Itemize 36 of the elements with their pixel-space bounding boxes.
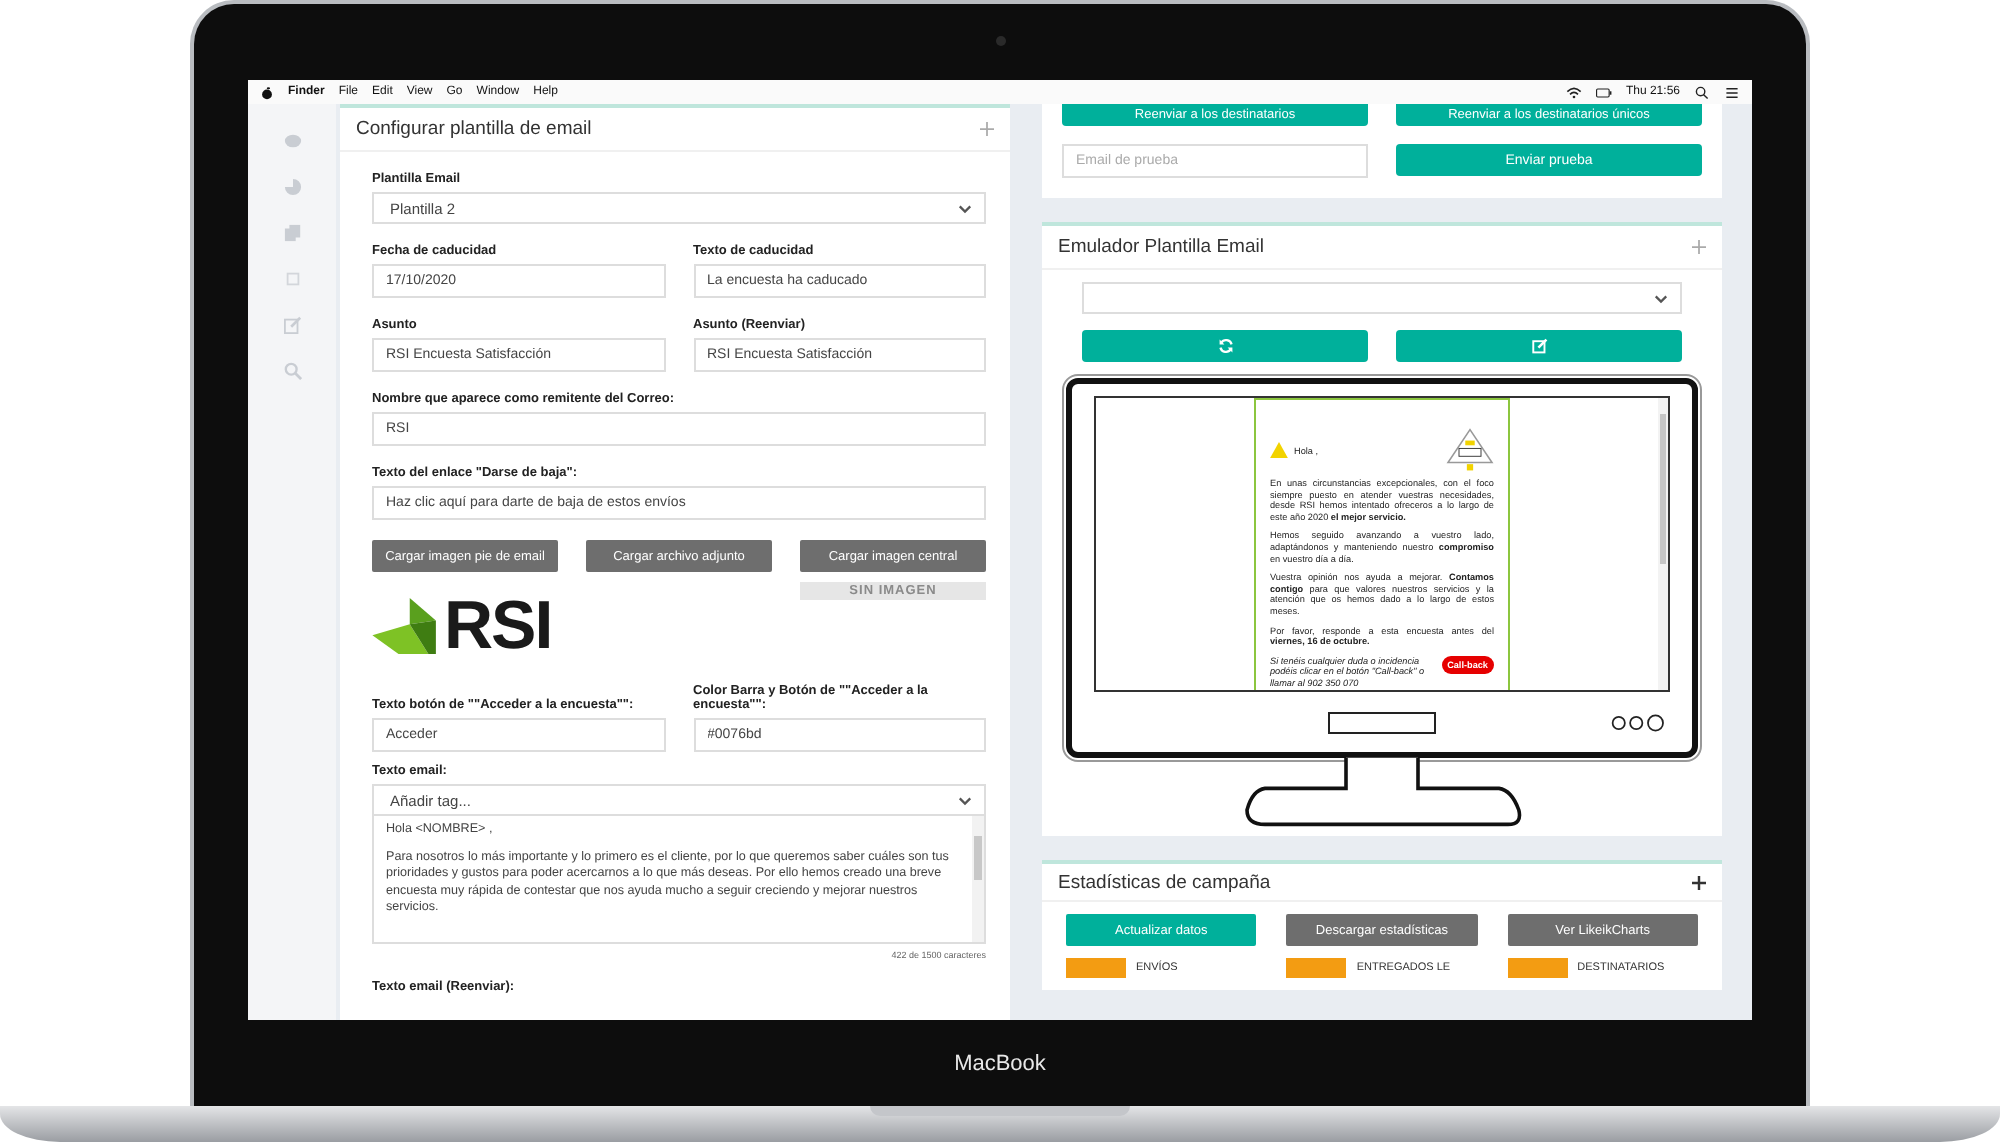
refresh-button[interactable] xyxy=(1082,330,1368,362)
chevron-icon xyxy=(958,203,972,213)
wifi-icon[interactable] xyxy=(1565,85,1582,99)
list-icon[interactable] xyxy=(1724,85,1740,99)
camera-icon xyxy=(996,36,1006,46)
logo-mark-icon xyxy=(372,598,440,654)
triangle-logo-icon xyxy=(1446,428,1494,472)
battery-icon[interactable] xyxy=(1595,85,1612,99)
chat-icon[interactable] xyxy=(283,132,301,150)
monitor-buttons-drawing xyxy=(1610,713,1666,731)
panel-title: Estadísticas de campaña xyxy=(1058,871,1271,893)
device-label: MacBook xyxy=(954,1051,1046,1075)
apple-icon[interactable] xyxy=(260,85,274,99)
logo-text: RSI xyxy=(444,592,552,660)
edit-icon xyxy=(1531,338,1547,354)
search-icon[interactable] xyxy=(1694,85,1710,99)
chevron-icon xyxy=(958,795,972,805)
edit-icon[interactable] xyxy=(283,316,301,334)
scrollbar-drawing[interactable] xyxy=(1658,398,1668,690)
pie-chart-icon[interactable] xyxy=(283,178,301,196)
chevron-icon xyxy=(1654,293,1668,303)
stat-icon xyxy=(1286,958,1347,978)
edit-button[interactable] xyxy=(1396,330,1682,362)
email-text-area[interactable] xyxy=(372,816,986,944)
template-select[interactable] xyxy=(1082,282,1682,314)
copy-icon[interactable] xyxy=(283,224,301,242)
stat-icon xyxy=(1507,958,1568,978)
scrollbar-drawing[interactable] xyxy=(972,816,984,942)
panel-title: Configurar plantilla de email xyxy=(356,118,592,140)
monitor-slot-drawing xyxy=(1328,711,1436,733)
stat-icon xyxy=(1066,958,1126,978)
plus-icon[interactable] xyxy=(1692,875,1706,889)
refresh-icon xyxy=(1217,338,1233,354)
warning-icon xyxy=(1270,442,1288,458)
square-icon[interactable] xyxy=(283,270,301,288)
panel-title: Emulador Plantilla Email xyxy=(1058,236,1264,258)
